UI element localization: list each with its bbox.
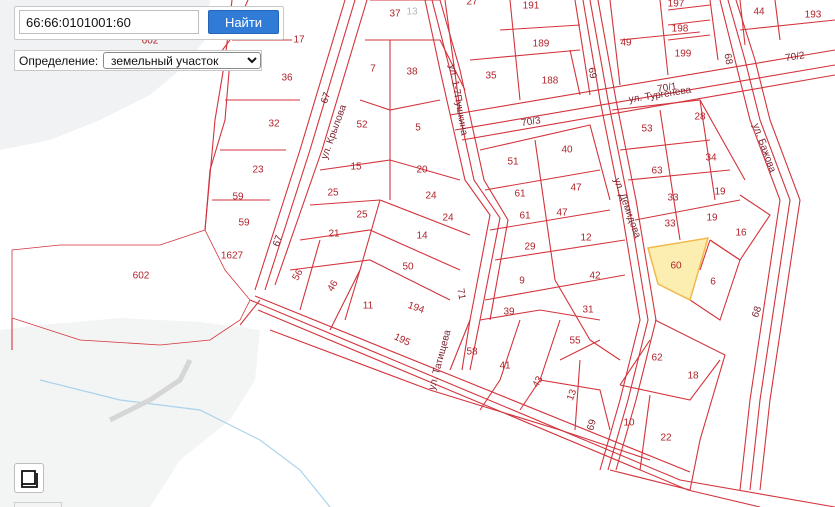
- layers-icon: [21, 470, 38, 488]
- parcel-number-label[interactable]: 11: [363, 301, 374, 312]
- parcel-number-label[interactable]: 53: [641, 124, 653, 135]
- parcel-number-label[interactable]: 6: [710, 277, 716, 288]
- parcel-number-label[interactable]: 49: [620, 38, 632, 49]
- parcel-number-label[interactable]: 62: [651, 353, 663, 364]
- parcel-number-label[interactable]: 27: [466, 0, 478, 8]
- cadastral-map[interactable]: 37 1327 191 19719819944 193602 17 189 4935 1887 3…: [0, 0, 835, 507]
- parcel-number-label[interactable]: 61: [519, 211, 531, 222]
- parcel-number-label[interactable]: 13: [406, 7, 418, 18]
- parcel-number-label[interactable]: 33: [667, 193, 679, 204]
- parcel-number-label[interactable]: 31: [582, 305, 594, 316]
- parcel-number-label[interactable]: 191: [523, 1, 540, 12]
- parcel-number-label[interactable]: 7: [370, 64, 376, 75]
- parcel-number-label[interactable]: 63: [651, 166, 663, 177]
- parcel-number-label[interactable]: 44: [753, 7, 765, 18]
- parcel-number-label[interactable]: 21: [328, 229, 340, 240]
- parcel-number-label[interactable]: 23: [252, 165, 264, 176]
- parcel-number-label[interactable]: 36: [281, 73, 293, 84]
- parcel-number-label[interactable]: 22: [660, 433, 672, 444]
- parcel-number-label[interactable]: 51: [507, 157, 519, 168]
- parcel-number-label[interactable]: 58: [466, 347, 478, 358]
- parcel-number-label[interactable]: 41: [499, 361, 511, 372]
- parcel-number-label[interactable]: 34: [705, 153, 717, 164]
- parcel-number-label[interactable]: 17: [293, 35, 305, 46]
- parcel-number-label[interactable]: 193: [805, 10, 822, 21]
- parcel-number-label[interactable]: 24: [425, 191, 437, 202]
- parcel-number-label[interactable]: 14: [416, 231, 428, 242]
- parcel-number-label[interactable]: 40: [561, 145, 573, 156]
- parcel-number-label[interactable]: 19: [714, 187, 726, 198]
- parcel-number-label[interactable]: 25: [356, 210, 368, 221]
- parcel-number-label[interactable]: 42: [589, 271, 601, 282]
- parcel-number-label[interactable]: 33: [664, 219, 676, 230]
- parcel-number-label[interactable]: 47: [556, 208, 568, 219]
- parcel-number-label[interactable]: 188: [542, 76, 559, 87]
- parcel-number-label[interactable]: 10: [623, 418, 635, 429]
- parcel-number-label[interactable]: 38: [406, 67, 418, 78]
- parcel-number-label[interactable]: 29: [524, 242, 536, 253]
- parcel-number-label[interactable]: 24: [442, 213, 454, 224]
- layers-button[interactable]: [14, 463, 44, 493]
- parcel-number-label[interactable]: 197: [668, 0, 685, 10]
- cadastral-number-input[interactable]: [19, 10, 199, 34]
- parcel-number-label[interactable]: 19: [706, 213, 718, 224]
- parcel-number-label[interactable]: 32: [268, 119, 280, 130]
- parcel-number-label[interactable]: 15: [350, 162, 362, 173]
- parcel-number-label[interactable]: 12: [580, 233, 592, 244]
- find-button[interactable]: Найти: [208, 10, 279, 34]
- parcel-number-label[interactable]: 39: [503, 307, 515, 318]
- parcel-number-label[interactable]: 25: [327, 188, 339, 199]
- parcel-number-label[interactable]: 59: [238, 218, 250, 229]
- parcel-number-label[interactable]: 5: [415, 123, 421, 134]
- parcel-number-label[interactable]: 18: [687, 371, 699, 382]
- parcel-number-label[interactable]: 20: [416, 165, 428, 176]
- parcel-number-label[interactable]: 199: [675, 49, 692, 60]
- parcel-number-label[interactable]: 47: [570, 183, 582, 194]
- parcel-number-label[interactable]: 59: [232, 192, 244, 203]
- parcel-number-label[interactable]: 16: [735, 228, 747, 239]
- parcel-number-label[interactable]: 602: [133, 271, 150, 282]
- parcel-number-label[interactable]: 198: [672, 24, 689, 35]
- parcel-number-label[interactable]: 61: [514, 189, 526, 200]
- parcel-number-label[interactable]: 9: [519, 276, 525, 287]
- parcel-number-label[interactable]: 37: [389, 9, 401, 20]
- definition-panel: Определение: земельный участок: [14, 50, 262, 71]
- search-panel: Найти: [14, 6, 284, 40]
- parcel-number-label[interactable]: 52: [356, 120, 368, 131]
- parcel-number-label[interactable]: 55: [569, 336, 581, 347]
- parcel-number-label[interactable]: 1627: [221, 251, 244, 262]
- parcel-number-label[interactable]: 28: [694, 112, 706, 123]
- parcel-number-label[interactable]: 50: [402, 262, 414, 273]
- definition-label: Определение:: [19, 54, 99, 68]
- parcel-number-label[interactable]: 189: [533, 39, 550, 50]
- scale-control[interactable]: [14, 502, 62, 507]
- parcel-number-label[interactable]: 60: [670, 261, 682, 272]
- parcel-number-label[interactable]: 35: [485, 71, 497, 82]
- definition-select[interactable]: земельный участок: [103, 52, 261, 69]
